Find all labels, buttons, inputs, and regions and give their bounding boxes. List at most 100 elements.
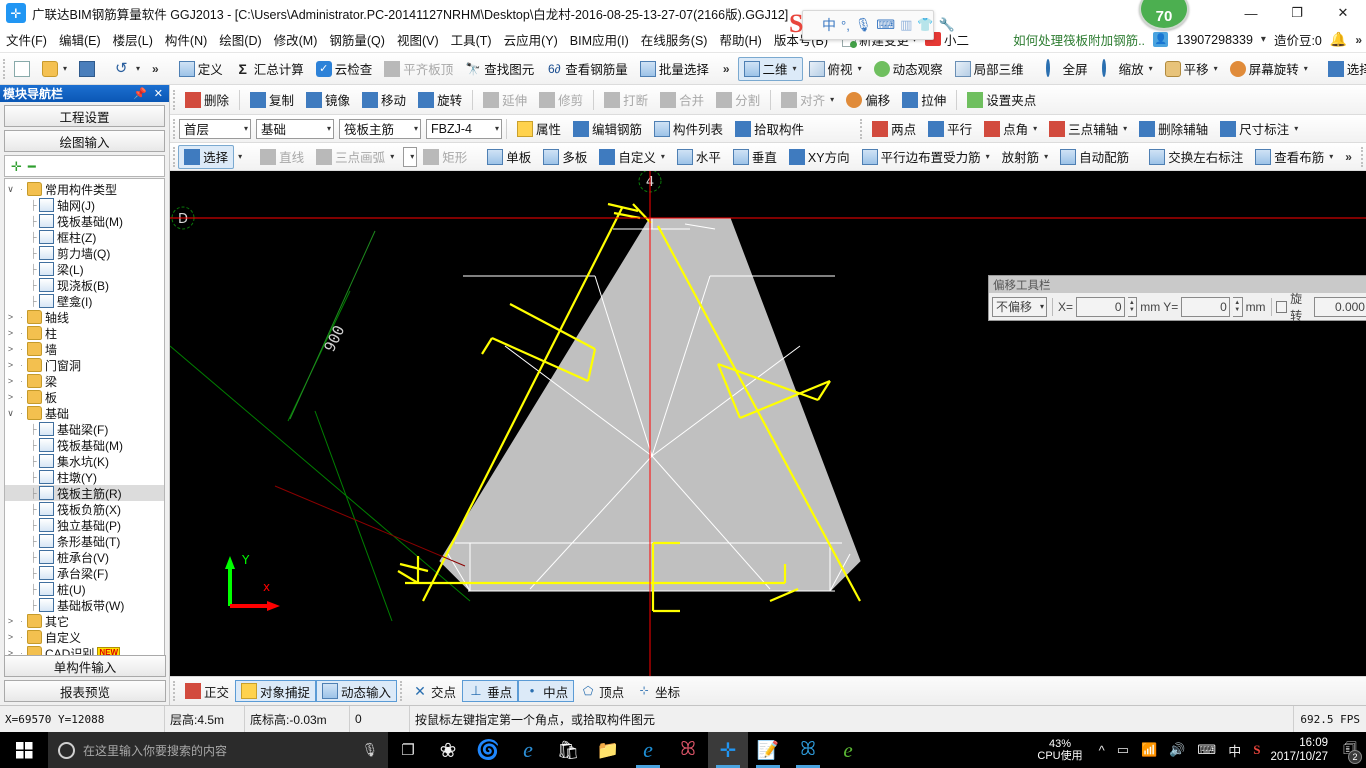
- menu-tools[interactable]: 工具(T): [445, 27, 498, 52]
- ime-wrench-icon[interactable]: 🔧: [939, 17, 955, 33]
- snapbar-grip[interactable]: [173, 681, 176, 701]
- move-button[interactable]: 移动: [356, 88, 412, 112]
- account-chevron-down-icon[interactable]: ▾: [1261, 34, 1266, 45]
- chevron-right-icon[interactable]: >: [5, 392, 16, 402]
- taskbar-internet-explorer-icon[interactable]: e: [628, 732, 668, 768]
- three-point-aux-axis-button[interactable]: 三点辅轴 ▾: [1043, 117, 1133, 141]
- tree-node[interactable]: ├ 集水坑(K): [5, 453, 164, 469]
- save-file-button[interactable]: [73, 57, 101, 81]
- single-component-input-button[interactable]: 单构件输入: [4, 655, 166, 677]
- midpoint-snap-toggle[interactable]: • 中点: [518, 680, 575, 702]
- taskbar-browser-g-icon[interactable]: ꕤ: [788, 732, 828, 768]
- tree-node[interactable]: ∨ · 基础: [5, 405, 164, 421]
- cpu-usage-indicator[interactable]: 43% CPU使用: [1027, 738, 1092, 762]
- taskbar-sogou-browser-icon[interactable]: ꕤ: [668, 732, 708, 768]
- toolbar4-grip-right[interactable]: [1360, 146, 1364, 167]
- cortana-icon[interactable]: [58, 741, 75, 759]
- toolbar4-overflow[interactable]: »: [1339, 150, 1358, 164]
- ime-punctuation-icon[interactable]: °,: [841, 18, 850, 33]
- delete-button[interactable]: 删除: [179, 88, 235, 112]
- dynamic-input-toggle[interactable]: 动态输入: [316, 680, 398, 702]
- component-type-select[interactable]: 筏板主筋 ▾: [339, 118, 421, 139]
- menu-bim-app[interactable]: BIM应用(I): [564, 27, 635, 52]
- tree-node[interactable]: ∨ · 常用构件类型: [5, 181, 164, 197]
- component-name-select[interactable]: FBZJ-4 ▾: [426, 118, 502, 139]
- component-tree[interactable]: ∨ · 常用构件类型 ├ 轴网(J) ├ 筏板基础(M) ├ 框柱(Z) ├ 剪力墙(Q) ├ 梁(L)…: [4, 178, 165, 664]
- chevron-right-icon[interactable]: >: [5, 632, 16, 642]
- select-tool-button[interactable]: 选择: [178, 144, 235, 169]
- offset-mode-select[interactable]: 不偏移 ▾: [992, 296, 1048, 317]
- view-rebar-qty-button[interactable]: 6∂ 查看钢筋量: [540, 57, 634, 81]
- trim-button[interactable]: 修剪: [533, 88, 589, 112]
- tree-node[interactable]: ├ 筏板主筋(R): [5, 485, 164, 501]
- offset-y-input[interactable]: 0: [1181, 296, 1230, 317]
- sogou-ime-bar[interactable]: S 中 °, 🎙 ⌨ ▥ 👕 🔧: [789, 9, 955, 40]
- tree-node[interactable]: ├ 桩承台(V): [5, 549, 164, 565]
- pin-icon[interactable]: 📌: [133, 87, 147, 100]
- cloud-check-button[interactable]: ✓ 云检查: [310, 57, 379, 81]
- close-icon[interactable]: ✕: [154, 87, 163, 100]
- tree-node[interactable]: ├ 桩(U): [5, 581, 164, 597]
- task-view-icon[interactable]: ❐: [388, 732, 428, 768]
- toolbar3-grip[interactable]: [173, 118, 176, 139]
- project-settings-button[interactable]: 工程设置: [4, 105, 165, 127]
- menu-floor[interactable]: 楼层(L): [107, 27, 159, 52]
- custom-rebar-button[interactable]: 自定义 ▾: [593, 145, 671, 169]
- tree-node[interactable]: > · 墙: [5, 341, 164, 357]
- ime-mode-chinese-icon[interactable]: 中: [822, 15, 836, 35]
- stretch-button[interactable]: 拉伸: [896, 88, 952, 112]
- tree-node[interactable]: ├ 基础板带(W): [5, 597, 164, 613]
- floor-select[interactable]: 首层 ▾: [179, 118, 251, 139]
- battery-icon[interactable]: ▭: [1111, 742, 1135, 758]
- taskbar-edge-browser-icon[interactable]: e: [508, 732, 548, 768]
- tree-node[interactable]: ├ 剪力墙(Q): [5, 245, 164, 261]
- point-angle-axis-button[interactable]: 点角 ▾: [978, 117, 1043, 141]
- start-button[interactable]: [0, 732, 48, 768]
- menu-component[interactable]: 构件(N): [159, 27, 213, 52]
- tree-node[interactable]: > · 梁: [5, 373, 164, 389]
- two-point-axis-button[interactable]: 两点: [866, 117, 922, 141]
- copy-button[interactable]: 复制: [244, 88, 300, 112]
- tree-node[interactable]: ├ 梁(L): [5, 261, 164, 277]
- keyboard-icon[interactable]: ⌨: [1191, 742, 1222, 758]
- menu-overflow-button[interactable]: »: [1355, 33, 1362, 47]
- break-button[interactable]: 打断: [598, 88, 654, 112]
- ime-keyboard-icon[interactable]: ⌨: [876, 17, 895, 33]
- sogou-tray-icon[interactable]: S: [1247, 742, 1266, 758]
- dimension-button[interactable]: 尺寸标注 ▾: [1214, 117, 1304, 141]
- object-snap-toggle[interactable]: 对象捕捉: [235, 680, 317, 702]
- view-2d-button[interactable]: 二维 ▾: [737, 56, 803, 81]
- taskbar-clock[interactable]: 16:09 2017/10/27: [1266, 736, 1336, 764]
- chevron-right-icon[interactable]: >: [5, 312, 16, 322]
- menu-modify[interactable]: 修改(M): [268, 27, 324, 52]
- toolbar-grip[interactable]: [3, 58, 5, 79]
- intersection-snap-toggle[interactable]: ✕ 交点: [406, 680, 462, 702]
- coin-balance[interactable]: 造价豆:0: [1274, 30, 1322, 49]
- notification-center-button[interactable]: 🗊 2: [1336, 732, 1364, 768]
- tip-link-group[interactable]: 如何处理筏板附加钢筋..: [1013, 30, 1145, 49]
- toolbar4-grip[interactable]: [173, 146, 176, 167]
- taskbar-ggj-app-icon[interactable]: ✛: [708, 732, 748, 768]
- summary-calc-button[interactable]: Σ 汇总计算: [229, 57, 310, 81]
- taskbar-spiral-app-icon[interactable]: 🌀: [468, 732, 508, 768]
- xy-direction-button[interactable]: XY方向: [783, 145, 856, 169]
- select-floor-button[interactable]: 选择楼层: [1322, 57, 1366, 81]
- ime-skin-icon[interactable]: 👕: [917, 17, 933, 33]
- account-phone[interactable]: 13907298339: [1176, 33, 1252, 47]
- chevron-right-icon[interactable]: >: [5, 344, 16, 354]
- microphone-icon[interactable]: 🎙: [361, 742, 378, 758]
- ime-microphone-icon[interactable]: 🎙: [855, 17, 872, 33]
- pan-button[interactable]: 平移 ▾: [1159, 57, 1224, 81]
- volume-icon[interactable]: 🔊: [1163, 742, 1191, 758]
- tree-node[interactable]: ├ 承台梁(F): [5, 565, 164, 581]
- offset-button[interactable]: 偏移: [840, 88, 896, 112]
- tree-node[interactable]: ├ 独立基础(P): [5, 517, 164, 533]
- offset-rotate-input[interactable]: 0.000: [1314, 296, 1366, 317]
- view-rebar-layout-button[interactable]: 查看布筋 ▾: [1249, 145, 1339, 169]
- open-file-button[interactable]: ▾: [36, 57, 73, 81]
- align-button[interactable]: 对齐 ▾: [775, 88, 840, 112]
- top-view-button[interactable]: 俯视 ▾: [803, 57, 868, 81]
- ime-mode-icon[interactable]: 中: [1222, 741, 1247, 760]
- toolbar1-overflow-left[interactable]: »: [715, 62, 738, 76]
- maximize-button[interactable]: ❐: [1274, 0, 1320, 26]
